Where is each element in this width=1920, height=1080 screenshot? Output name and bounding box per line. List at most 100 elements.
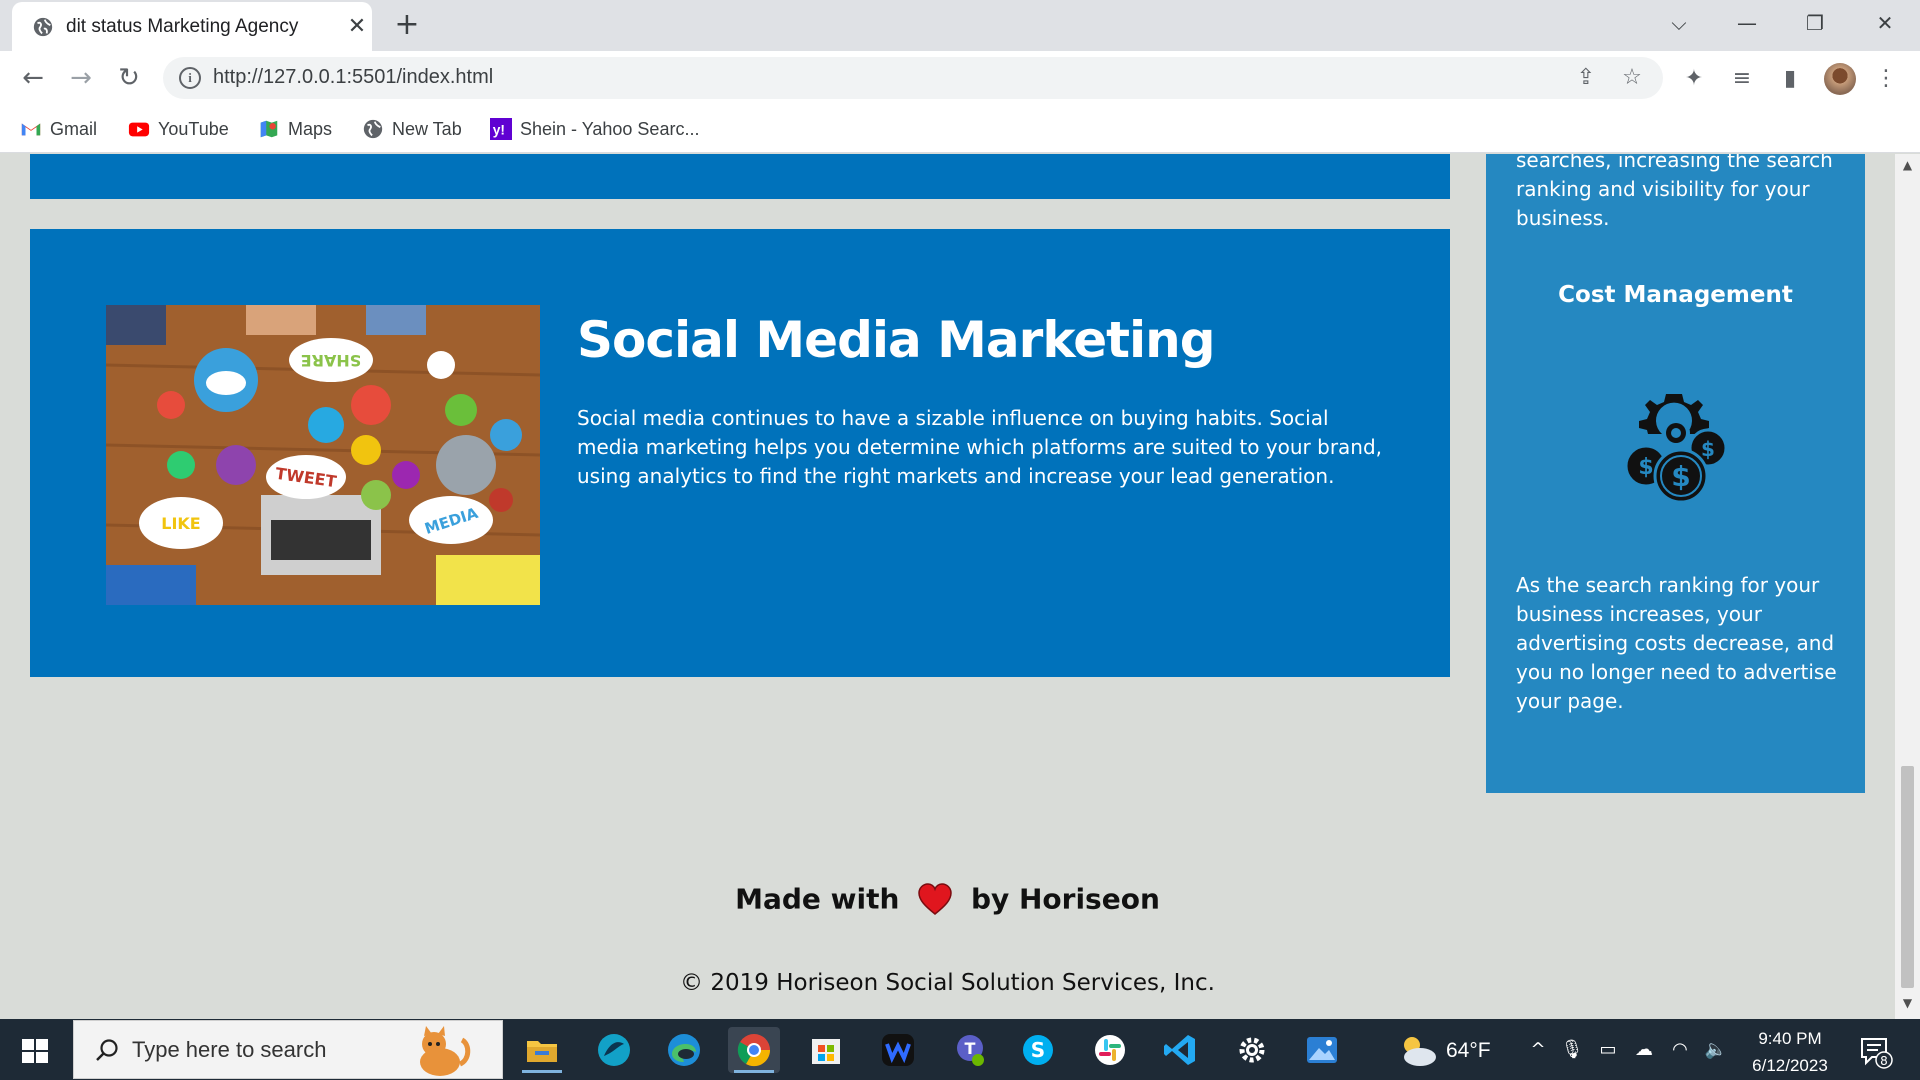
- taskbar-edge[interactable]: [658, 1027, 710, 1073]
- social-media-marketing-card: SHARE TWEET LIKE MEDIA Social Media Mark…: [30, 229, 1450, 677]
- share-icon[interactable]: ⇪: [1571, 63, 1601, 93]
- battery-icon[interactable]: ▭: [1596, 1037, 1620, 1063]
- bookmark-star-icon[interactable]: ☆: [1617, 63, 1647, 93]
- bookmark-maps[interactable]: Maps: [258, 115, 332, 143]
- taskbar-vscode[interactable]: [1154, 1027, 1206, 1073]
- edge-icon: [668, 1034, 700, 1066]
- taskbar-chrome[interactable]: [728, 1027, 780, 1073]
- taskbar-app-bird[interactable]: [588, 1027, 640, 1073]
- tray-chevron-up-icon[interactable]: ^: [1526, 1037, 1550, 1063]
- windows-start-icon[interactable]: [14, 1033, 56, 1069]
- cost-management-icon: $ $ $: [1624, 394, 1728, 504]
- bookmark-label: Maps: [288, 118, 333, 139]
- url-text[interactable]: http://127.0.0.1:5501/index.html: [213, 66, 493, 89]
- share-word: SHARE: [301, 351, 362, 370]
- benefit-text: searches, increasing the search ranking …: [1516, 154, 1833, 230]
- taskbar-skype[interactable]: S: [1012, 1027, 1064, 1073]
- like-word: LIKE: [161, 514, 200, 533]
- yahoo-icon: y!: [490, 118, 512, 140]
- svg-text:$: $: [1638, 455, 1653, 480]
- temperature: 64°F: [1446, 1039, 1491, 1062]
- taskbar-teams[interactable]: T: [942, 1027, 994, 1073]
- extensions-icon[interactable]: ✦: [1678, 63, 1710, 95]
- wifi-icon[interactable]: ◠: [1668, 1037, 1692, 1063]
- notification-count: 8: [1880, 1054, 1888, 1068]
- taskbar-slack[interactable]: [1084, 1027, 1136, 1073]
- browser-toolbar: ← → ↻ i http://127.0.0.1:5501/index.html…: [0, 51, 1920, 105]
- bookmark-youtube[interactable]: YouTube: [128, 115, 229, 143]
- bookmark-label: YouTube: [158, 118, 229, 139]
- profile-avatar[interactable]: [1824, 63, 1856, 95]
- benefit-text: As the search ranking for your business …: [1516, 573, 1837, 713]
- windows-taskbar: Type here to search T S 64°F ^ 🎙 ▭ ☁ ◠ 🔈…: [0, 1019, 1920, 1080]
- teams-icon: T: [957, 1035, 984, 1066]
- tab-search-icon[interactable]: ⌵: [1656, 8, 1702, 38]
- globe-icon: [33, 17, 53, 37]
- close-tab-icon[interactable]: ✕: [342, 12, 372, 42]
- address-bar[interactable]: i http://127.0.0.1:5501/index.html ⇪ ☆: [163, 57, 1663, 99]
- benefits-sidebar: searches, increasing the search ranking …: [1486, 154, 1865, 793]
- benefit-title: Cost Management: [1558, 282, 1793, 308]
- taskbar-webex[interactable]: [872, 1027, 924, 1073]
- new-tab-button[interactable]: +: [390, 8, 424, 42]
- taskbar-settings[interactable]: [1226, 1027, 1278, 1073]
- chrome-icon: [737, 1034, 771, 1067]
- footer-copyright: © 2019 Horiseon Social Solution Services…: [680, 970, 1215, 996]
- previous-section-card: [30, 154, 1450, 199]
- forward-button[interactable]: →: [62, 59, 100, 97]
- footer-credit: Made with by Horiseon: [0, 881, 1895, 916]
- scroll-up-arrow[interactable]: ▲: [1895, 158, 1920, 176]
- bookmark-shein[interactable]: y! Shein - Yahoo Searc...: [490, 115, 699, 143]
- cloudy-weather-icon: [1404, 1037, 1436, 1066]
- tab-strip: dit status Marketing Agency ✕ + ⌵ — ❐ ✕: [0, 0, 1920, 51]
- section-text: Social media continues to have a sizable…: [577, 406, 1383, 488]
- taskbar-search[interactable]: Type here to search: [73, 1020, 503, 1079]
- reload-button[interactable]: ↻: [110, 59, 148, 97]
- back-button[interactable]: ←: [14, 59, 52, 97]
- section-title: Social Media Marketing: [577, 311, 1216, 369]
- scroll-thumb[interactable]: [1901, 766, 1914, 988]
- microphone-icon[interactable]: 🎙: [1560, 1037, 1584, 1063]
- app-icon: [598, 1034, 630, 1066]
- restore-button[interactable]: ❐: [1792, 8, 1838, 38]
- close-window-button[interactable]: ✕: [1862, 8, 1908, 38]
- taskbar-clock[interactable]: 9:40 PM 6/12/2023: [1730, 1025, 1850, 1079]
- globe-icon: [363, 119, 383, 139]
- scroll-down-arrow[interactable]: ▼: [1895, 996, 1920, 1014]
- youtube-icon: [128, 122, 150, 137]
- notification-icon[interactable]: 8: [1858, 1033, 1894, 1069]
- made-with-text: Made with: [735, 882, 900, 916]
- taskbar-photos[interactable]: [1296, 1027, 1348, 1073]
- weather-widget[interactable]: 64°F: [1398, 1031, 1538, 1071]
- folder-icon: [527, 1041, 557, 1062]
- onedrive-icon[interactable]: ☁: [1632, 1037, 1656, 1063]
- bookmark-label: Gmail: [50, 118, 98, 139]
- page-scrollbar[interactable]: ▲ ▼: [1895, 154, 1920, 1019]
- photos-icon: [1307, 1037, 1337, 1063]
- menu-kebab-icon[interactable]: ⋮: [1870, 63, 1902, 95]
- svg-text:T: T: [965, 1039, 976, 1058]
- minimize-button[interactable]: —: [1724, 8, 1770, 38]
- search-highlight-cat-icon: [420, 1026, 471, 1076]
- browser-tab[interactable]: dit status Marketing Agency ✕: [12, 2, 372, 51]
- slack-icon: [1095, 1035, 1125, 1065]
- search-placeholder: Type here to search: [132, 1037, 327, 1062]
- taskbar-store[interactable]: [800, 1027, 852, 1073]
- taskbar-file-explorer[interactable]: [516, 1027, 568, 1073]
- page-viewport: SHARE TWEET LIKE MEDIA Social Media Mark…: [0, 154, 1920, 1019]
- social-media-image: SHARE TWEET LIKE MEDIA: [106, 305, 540, 605]
- svg-text:$: $: [1701, 437, 1715, 461]
- bookmarks-bar: Gmail YouTube Maps New Tab y! Shein - Ya…: [0, 105, 1920, 153]
- media-control-icon[interactable]: ≡: [1726, 63, 1758, 95]
- gmail-icon: [21, 123, 41, 136]
- heart-icon: [918, 883, 952, 915]
- clock-date: 6/12/2023: [1752, 1056, 1828, 1075]
- volume-icon[interactable]: 🔈: [1704, 1037, 1728, 1063]
- bookmark-new-tab[interactable]: New Tab: [362, 115, 462, 143]
- gear-icon: [1239, 1037, 1265, 1063]
- site-info-icon[interactable]: i: [179, 67, 201, 89]
- bookmark-label: New Tab: [392, 118, 462, 139]
- bookmark-gmail[interactable]: Gmail: [20, 115, 97, 143]
- by-horiseon-text: by Horiseon: [970, 882, 1160, 916]
- side-panel-icon[interactable]: ▮: [1774, 63, 1806, 95]
